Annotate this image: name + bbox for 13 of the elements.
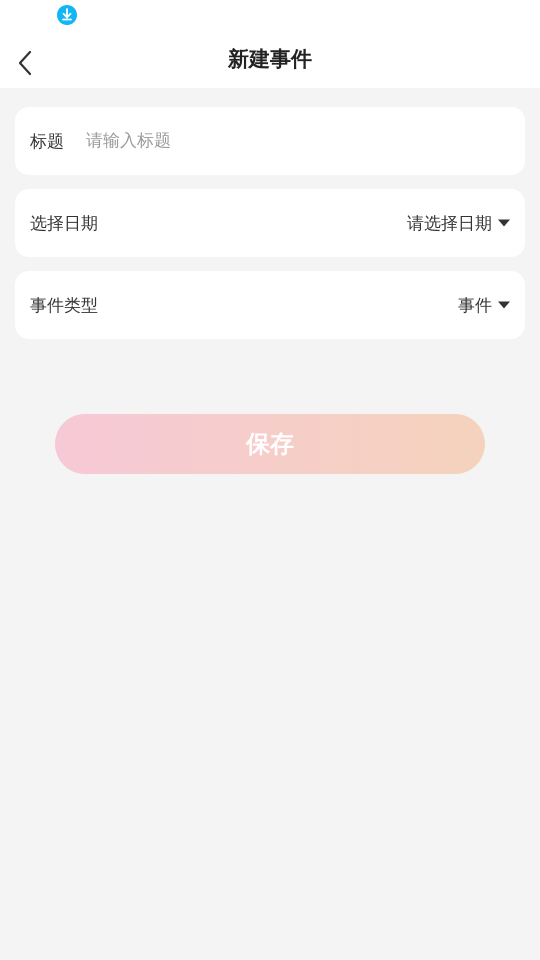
select-field[interactable]: 事件类型 事件 — [15, 271, 525, 339]
field-label: 标题 — [30, 130, 64, 152]
title-input-field[interactable]: 请输入标题 — [84, 130, 510, 152]
field-label: 事件类型 — [30, 294, 98, 316]
select-value: 请选择日期 — [407, 212, 492, 234]
select-value: 事件 — [458, 294, 492, 316]
dropdown-caret-icon — [498, 301, 510, 309]
title-field[interactable]: 标题 请输入标题 — [15, 107, 525, 175]
download-icon — [57, 5, 77, 25]
dropdown-caret-icon — [498, 219, 510, 227]
page-title: 新建事件 — [228, 46, 312, 73]
field-label: 选择日期 — [30, 212, 98, 234]
select-field[interactable]: 选择日期 请选择日期 — [15, 189, 525, 257]
